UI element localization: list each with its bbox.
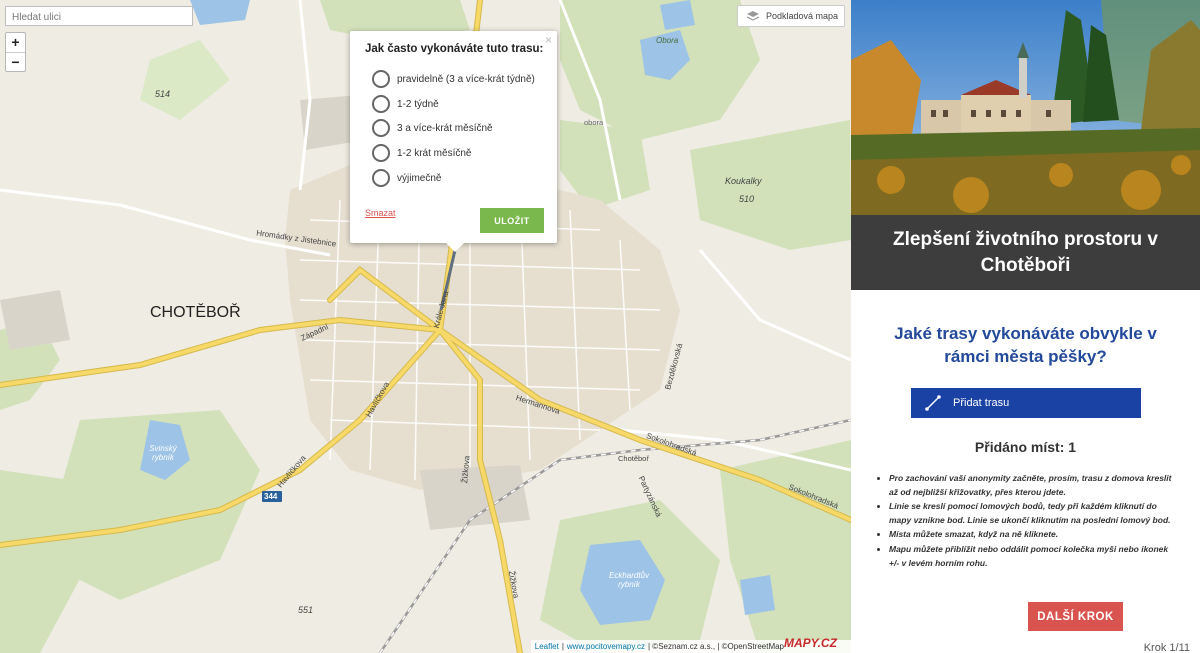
- area-label: obora: [584, 118, 604, 127]
- town-label: CHOTĚBOŘ: [150, 304, 241, 321]
- station-label: Chotěboř: [618, 454, 649, 463]
- layers-icon: [746, 11, 760, 21]
- next-step-button[interactable]: DALŠÍ KROK: [1028, 602, 1123, 631]
- line-draw-icon: [925, 395, 941, 411]
- peak-label: Koukalky: [725, 176, 762, 186]
- page-title: Zlepšení životního prostoru v Chotěboři: [851, 215, 1200, 290]
- frequency-option[interactable]: 1-2 krát měsíčně: [372, 143, 471, 163]
- instruction-item: Pro zachování vaší anonymity začněte, pr…: [889, 472, 1179, 499]
- close-icon[interactable]: ×: [545, 33, 552, 47]
- mapy-logo: MAPY.CZ: [784, 636, 837, 650]
- frequency-popup: × Jak často vykonáváte tuto trasu: pravi…: [350, 31, 557, 252]
- frequency-option[interactable]: 3 a více-krát měsíčně: [372, 118, 493, 138]
- zoom-control: + −: [5, 32, 26, 72]
- street-search[interactable]: [5, 6, 193, 27]
- option-label: 3 a více-krát měsíčně: [397, 122, 493, 134]
- option-label: 1-2 krát měsíčně: [397, 147, 472, 159]
- area-label: Obora: [656, 36, 679, 45]
- pond-label: Eckhardtův rybník: [608, 571, 650, 589]
- zoom-in-button[interactable]: +: [6, 33, 25, 52]
- radio-button[interactable]: [372, 70, 390, 88]
- question-heading: Jaké trasy vykonáváte obvykle v rámci mě…: [894, 324, 1157, 366]
- option-label: výjimečně: [397, 172, 442, 184]
- sidebar: Zlepšení životního prostoru v Chotěboři …: [851, 0, 1200, 653]
- option-label: pravidelně (3 a více-krát týdně): [397, 73, 535, 85]
- attribution-text: | ©Seznam.cz a.s., | ©OpenStreetMap: [648, 642, 784, 651]
- radio-button[interactable]: [372, 119, 390, 137]
- zoom-out-button[interactable]: −: [6, 52, 25, 71]
- town-photo: [851, 0, 1200, 215]
- step-indicator: Krok 1/11: [1143, 642, 1190, 653]
- elevation-label: 514: [155, 89, 171, 99]
- street-search-input[interactable]: [6, 8, 192, 27]
- instruction-item: Linie se kreslí pomocí lomových bodů, te…: [889, 500, 1179, 527]
- delete-link[interactable]: Smazat: [365, 208, 396, 218]
- leaflet-link[interactable]: Leaflet: [535, 642, 559, 651]
- instruction-item: Mapu můžete přiblížit nebo oddálit pomoc…: [889, 543, 1179, 570]
- popup-title: Jak často vykonáváte tuto trasu:: [365, 43, 544, 55]
- instructions-list: Pro zachování vaší anonymity začněte, pr…: [889, 472, 1179, 571]
- save-button[interactable]: ULOŽIT: [480, 208, 544, 233]
- elevation-label: 551: [298, 605, 314, 615]
- radio-button[interactable]: [372, 169, 390, 187]
- frequency-option[interactable]: 1-2 týdně: [372, 94, 439, 114]
- radio-button[interactable]: [372, 144, 390, 162]
- frequency-option[interactable]: výjimečně: [372, 168, 441, 188]
- add-route-button[interactable]: Přidat trasu: [911, 388, 1141, 418]
- road-number: 344: [264, 492, 278, 501]
- basemap-button-label: Podkladová mapa: [766, 11, 839, 21]
- option-label: 1-2 týdně: [397, 98, 439, 110]
- elevation-label: 510: [739, 194, 755, 204]
- radio-button[interactable]: [372, 95, 390, 113]
- map[interactable]: CHOTĚBOŘ Hromádky z Jistebnice Západní K…: [0, 0, 851, 653]
- instruction-item: Místa můžete smazat, když na ně kliknete…: [889, 528, 1179, 542]
- frequency-option[interactable]: pravidelně (3 a více-krát týdně): [372, 69, 535, 89]
- add-route-label: Přidat trasu: [953, 397, 1010, 409]
- basemap-button[interactable]: Podkladová mapa: [737, 5, 845, 27]
- added-count: Přidáno míst: 1: [974, 439, 1077, 455]
- site-link[interactable]: www.pocitovemapy.cz: [567, 642, 645, 651]
- pond-label: Svinský rybník: [149, 444, 177, 462]
